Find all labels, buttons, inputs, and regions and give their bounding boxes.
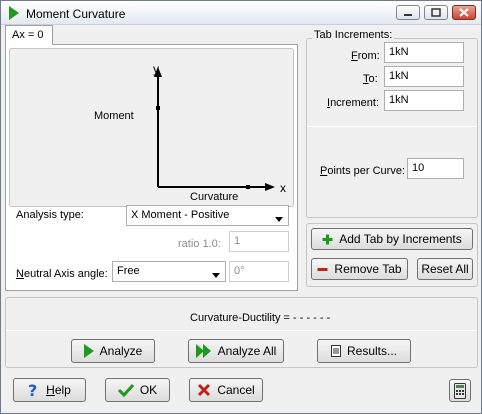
help-mnemonic: H [46,383,55,397]
results-divider [6,330,477,331]
play-icon [83,344,94,358]
increments-divider [307,126,477,127]
curvature-ductility-text: Curvature-Ductility = - - - - - - [190,312,331,324]
to-label-text: o: [368,73,378,85]
chevron-down-icon [212,269,220,281]
remove-tab-button[interactable]: Remove Tab [311,258,408,280]
neutral-axis-select[interactable]: Free [112,261,226,282]
remove-tab-label: Remove Tab [334,262,402,276]
plus-icon [322,234,333,244]
angle-value: 0° [234,265,245,277]
neutral-axis-label-text: eutral Axis angle: [23,268,108,280]
close-button[interactable] [452,5,476,20]
curvature-label: Curvature [190,191,239,203]
minus-icon [317,267,328,271]
points-per-curve-input[interactable]: 10 [407,158,464,179]
tab-panel: y x Moment Curvature Analysis type: X Mo… [5,44,298,291]
tab-ax0[interactable]: Ax = 0 [5,25,53,45]
cancel-label: Cancel [217,383,255,397]
checkmark-icon [117,383,134,397]
diagram-frame: y x Moment Curvature [9,48,294,207]
chevron-down-icon [275,213,283,225]
ratio-value: 1 [234,235,241,247]
help-label: Help [46,383,71,397]
tab-label: Ax = 0 [12,29,44,41]
points-label-text: oints per Curve: [327,165,405,177]
analysis-type-label: Analysis type: [16,209,84,221]
svg-text:?: ? [28,382,37,398]
results-label: Results... [346,344,397,358]
ratio-label: ratio 1.0: [178,238,221,250]
help-label-text: elp [54,383,71,397]
x-axis-label: x [280,181,286,195]
ok-label: OK [139,383,158,397]
increment-label-text: ncrement: [330,97,379,109]
from-input[interactable]: 1kN [384,42,464,63]
from-label-text: rom: [357,50,380,62]
neutral-axis-label: Neutral Axis angle: [16,268,108,280]
to-input[interactable]: 1kN [384,66,464,87]
analysis-type-select[interactable]: X Moment - Positive [126,205,289,226]
from-mnemonic: F [351,50,358,62]
moment-curvature-window: Moment Curvature Ax = 0 y x Moment Curva… [0,0,482,414]
calculator-icon [454,382,466,399]
to-label: To: [363,73,378,85]
y-axis-label: y [153,62,159,76]
angle-input[interactable]: 0° [229,261,289,282]
app-play-icon [9,6,19,23]
analyze-button[interactable]: Analyze [71,339,155,363]
points-per-curve-value: 10 [412,162,425,174]
help-icon: ? [28,382,37,398]
results-button[interactable]: Results... [317,339,411,363]
increment-value: 1kN [389,94,409,106]
moment-label: Moment [94,110,134,122]
from-value: 1kN [389,46,409,58]
add-tab-label: Add Tab by Increments [339,232,462,246]
reset-all-label: Reset All [421,262,469,276]
analyze-all-label: Analyze All [217,344,277,358]
window-title: Moment Curvature [26,7,126,21]
ok-button[interactable]: OK [105,378,170,402]
close-icon [459,8,469,17]
x-mark-icon [198,383,211,397]
reset-all-button[interactable]: Reset All [417,258,473,280]
fast-forward-icon [195,344,211,358]
from-label: From: [351,50,380,62]
help-button[interactable]: ? Help [13,378,86,402]
neutral-axis-value: Free [117,265,140,277]
ratio-input[interactable]: 1 [229,231,289,252]
title-bar: Moment Curvature [1,1,481,25]
cancel-button[interactable]: Cancel [189,378,263,402]
analyze-all-button[interactable]: Analyze All [188,339,284,363]
add-tab-by-increments-button[interactable]: Add Tab by Increments [311,228,473,250]
increments-group [306,38,478,218]
minimize-button[interactable] [396,5,420,20]
points-per-curve-label: Points per Curve: [320,165,405,177]
analyze-label: Analyze [99,344,143,358]
calculator-button[interactable] [449,379,471,402]
analysis-type-value: X Moment - Positive [131,209,230,221]
neutral-axis-mnemonic: N [16,268,24,280]
minimize-icon [404,13,412,16]
document-icon [330,345,341,357]
maximize-icon [431,8,441,17]
increment-label: Increment: [327,97,379,109]
increment-input[interactable]: 1kN [384,90,464,111]
increments-group-label: Tab Increments: [312,29,395,41]
to-value: 1kN [389,70,409,82]
maximize-button[interactable] [424,5,448,20]
